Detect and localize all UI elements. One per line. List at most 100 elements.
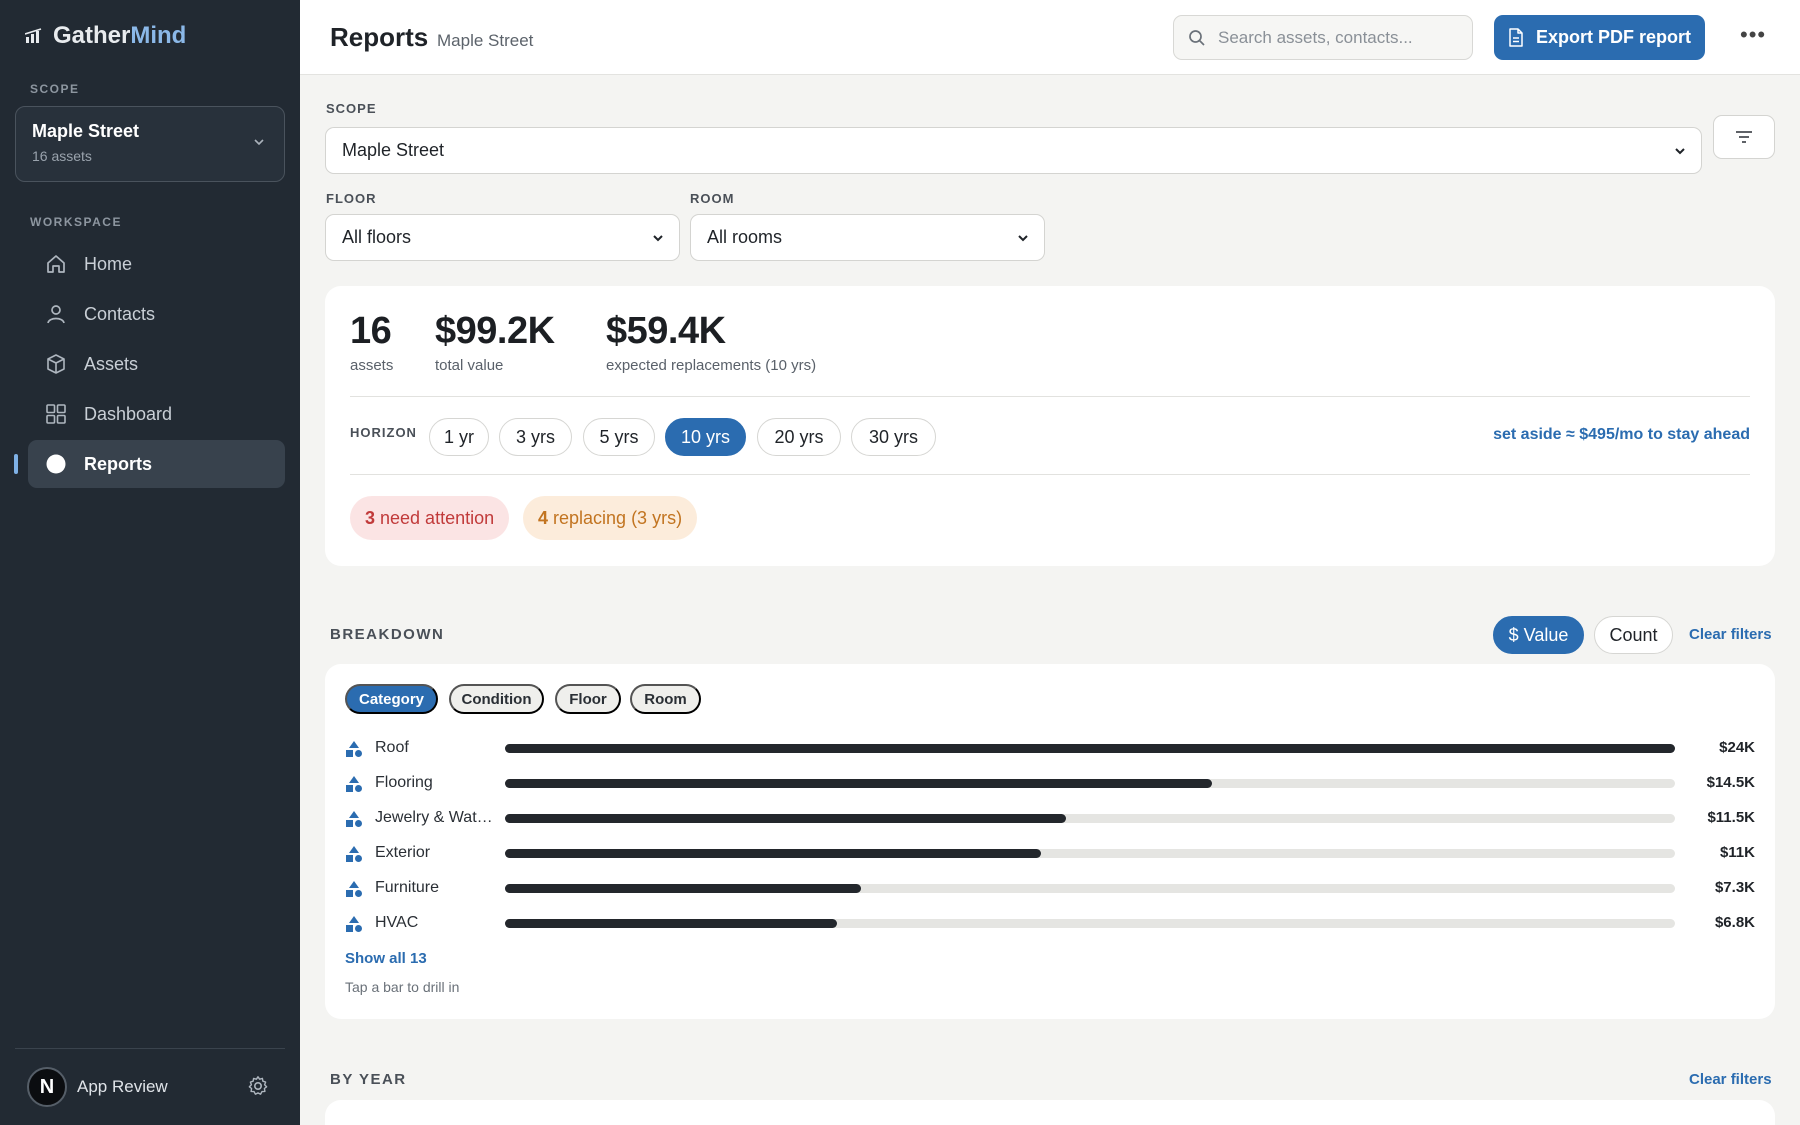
sidebar-item-contacts[interactable]: Contacts	[28, 290, 285, 338]
scope-filter-label: SCOPE	[326, 101, 377, 116]
horizon-1yr[interactable]: 1 yr	[429, 418, 489, 456]
sidebar-nav: Home Contacts Assets Dashboard Reports	[14, 240, 285, 490]
attention-count: 3	[365, 507, 376, 528]
bar-fill	[505, 744, 1675, 753]
sidebar-item-label: Home	[84, 253, 133, 274]
chip-category[interactable]: Category	[345, 684, 438, 714]
more-options-icon[interactable]: •••	[1740, 22, 1766, 48]
bar-track[interactable]	[505, 744, 1675, 753]
breakdown-title: BREAKDOWN	[330, 626, 445, 643]
sidebar-item-label: Dashboard	[84, 403, 173, 424]
bar-row[interactable]: Roof $24K	[345, 734, 1755, 764]
bar-value: $11.5K	[1707, 809, 1755, 826]
category-name: HVAC	[375, 914, 419, 931]
clear-filters-link[interactable]: Clear filters	[1689, 1071, 1772, 1088]
sidebar-footer: N App Review	[15, 1048, 285, 1115]
chip-floor[interactable]: Floor	[555, 684, 621, 714]
top-header: Reports Maple Street Export PDF report •…	[300, 0, 1800, 75]
sidebar-item-reports[interactable]: Reports	[14, 440, 285, 488]
filter-button[interactable]	[1713, 115, 1775, 159]
horizon-20yrs[interactable]: 20 yrs	[757, 418, 841, 456]
bar-fill	[505, 919, 837, 928]
replacing-text: replacing (3 yrs)	[553, 507, 683, 528]
bar-track[interactable]	[505, 884, 1675, 893]
attention-badge[interactable]: 3 need attention	[350, 496, 510, 540]
chip-room[interactable]: Room	[630, 684, 701, 714]
avatar: N	[27, 1067, 67, 1107]
stat-value: 16	[350, 310, 392, 352]
bar-track[interactable]	[505, 919, 1675, 928]
app-logo[interactable]: GatherMind	[25, 22, 186, 50]
bar-fill	[505, 779, 1212, 788]
stat-label: total value	[435, 357, 504, 374]
replacing-badge[interactable]: 4 replacing (3 yrs)	[523, 496, 698, 540]
scope-select[interactable]: Maple Street	[325, 127, 1702, 174]
bar-value: $7.3K	[1714, 879, 1755, 896]
stat-total-value: $99.2K total value	[435, 310, 555, 374]
stat-value: $99.2K	[435, 310, 555, 352]
bar-row[interactable]: Furniture $7.3K	[345, 874, 1755, 904]
circle-icon	[44, 452, 68, 476]
category-shapes-icon	[346, 916, 362, 932]
clear-filters-link[interactable]: Clear filters	[1689, 626, 1772, 643]
bar-track[interactable]	[505, 849, 1675, 858]
bar-track[interactable]	[505, 814, 1675, 823]
category-shapes-icon	[346, 776, 362, 792]
page-title: Reports	[330, 22, 429, 52]
bar-row[interactable]: Exterior $11K	[345, 839, 1755, 869]
category-shapes-icon	[346, 811, 362, 827]
room-select-value: All rooms	[707, 227, 783, 247]
bar-fill	[505, 884, 861, 893]
room-select[interactable]: All rooms	[690, 214, 1045, 261]
floor-select[interactable]: All floors	[325, 214, 680, 261]
horizon-30yrs[interactable]: 30 yrs	[851, 418, 936, 456]
sidebar-item-assets[interactable]: Assets	[28, 340, 285, 388]
user-profile[interactable]: N App Review	[15, 1059, 285, 1115]
by-year-title: BY YEAR	[330, 1071, 407, 1088]
replacing-count: 4	[538, 507, 549, 528]
sidebar-item-label: Reports	[84, 453, 153, 474]
scope-select-value: Maple Street	[342, 140, 445, 160]
export-label: Export PDF report	[1535, 27, 1691, 47]
logo-icon	[25, 28, 42, 43]
chevron-down-icon	[254, 139, 264, 146]
horizon-10yrs[interactable]: 10 yrs	[665, 418, 746, 456]
scope-switcher[interactable]: Maple Street 16 assets	[15, 106, 285, 182]
sidebar-item-home[interactable]: Home	[28, 240, 285, 288]
box-icon	[44, 352, 68, 376]
export-pdf-button[interactable]: Export PDF report	[1494, 15, 1705, 60]
bar-value: $6.8K	[1714, 914, 1755, 931]
bar-row[interactable]: HVAC $6.8K	[345, 909, 1755, 939]
category-name: Exterior	[375, 844, 431, 861]
bar-track[interactable]	[505, 779, 1675, 788]
bar-value: $24K	[1719, 739, 1755, 756]
floor-select-value: All floors	[342, 227, 412, 247]
search-input[interactable]	[1218, 27, 1458, 48]
bar-row[interactable]: Flooring $14.5K	[345, 769, 1755, 799]
attention-text: need attention	[380, 507, 495, 528]
horizon-3yrs[interactable]: 3 yrs	[499, 418, 572, 456]
horizon-5yrs[interactable]: 5 yrs	[583, 418, 655, 456]
category-name: Jewelry & Watches	[375, 809, 500, 826]
bar-value: $14.5K	[1706, 774, 1755, 791]
sidebar-item-label: Contacts	[84, 303, 156, 324]
stat-replacements: $59.4K expected replacements (10 yrs)	[606, 310, 816, 374]
category-shapes-icon	[346, 846, 362, 862]
stat-label: expected replacements (10 yrs)	[606, 357, 817, 374]
app-name-part2: Mind	[130, 22, 187, 49]
count-toggle[interactable]: Count	[1594, 616, 1673, 654]
value-toggle[interactable]: $ Value	[1493, 616, 1584, 654]
chip-condition[interactable]: Condition	[449, 684, 544, 714]
bar-row[interactable]: Jewelry & Watches $11.5K	[345, 804, 1755, 834]
grid-icon	[44, 402, 68, 426]
chevron-down-icon	[1018, 235, 1028, 242]
category-name: Furniture	[375, 879, 440, 896]
scope-name: Maple Street	[32, 121, 140, 141]
sidebar-item-dashboard[interactable]: Dashboard	[28, 390, 285, 438]
stat-assets: 16 assets	[350, 310, 393, 374]
gear-icon[interactable]	[247, 1075, 269, 1097]
search-box[interactable]	[1173, 15, 1473, 60]
room-filter-label: ROOM	[690, 191, 735, 206]
stat-label: assets	[350, 357, 394, 374]
show-all-link[interactable]: Show all 13	[345, 950, 427, 967]
